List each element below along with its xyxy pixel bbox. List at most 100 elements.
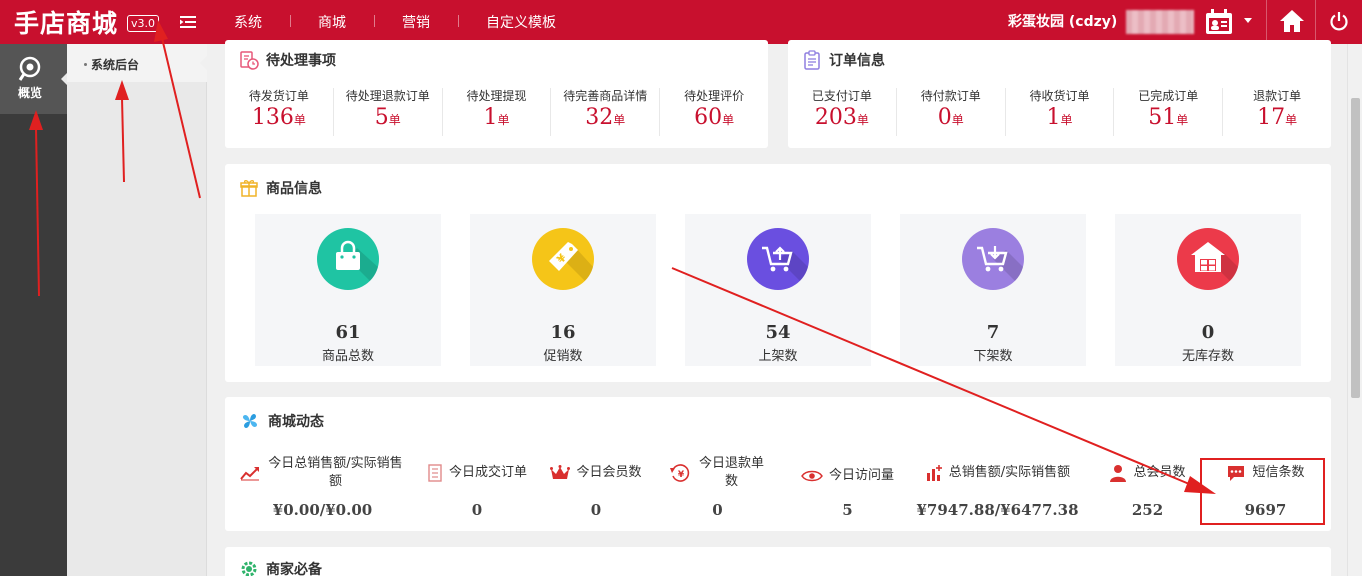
pending-tasks-card: 待处理事项 待发货订单 136单 待处理退款订单 5单 待处理提现 1单 待完善… <box>225 40 768 148</box>
gear-icon <box>241 561 257 576</box>
shop-name[interactable]: 彩蛋妆园 (cdzy) <box>1008 11 1117 31</box>
dynamics-stats: 今日总销售额/实际销售额 ¥0.00/¥0.00 今日成交订单 0 今日会员数 … <box>235 453 1325 523</box>
stat-label: 已支付订单 <box>811 89 872 103</box>
goods-tile-off-shelf[interactable]: 7 下架数 <box>900 214 1086 366</box>
stat-completed-orders[interactable]: 已完成订单 51单 <box>1113 88 1222 136</box>
menu-toggle-icon[interactable] <box>180 16 196 28</box>
bar-chart-icon <box>926 465 942 481</box>
goods-label: 促销数 <box>543 349 583 364</box>
stat-value: 51 <box>1148 105 1177 130</box>
goods-icon-circle <box>1177 228 1239 290</box>
goods-icon-circle <box>747 228 809 290</box>
stat-unit: 单 <box>293 113 306 127</box>
stat-value: 0 <box>590 501 602 519</box>
stat-unit: 单 <box>613 113 626 127</box>
stat-pending-withdrawal[interactable]: 待处理提现 1单 <box>441 88 551 136</box>
goods-tile-out-of-stock[interactable]: 0 无库存数 <box>1115 214 1301 366</box>
nav-custom-template[interactable]: 自定义模板 <box>458 12 584 32</box>
stat-unit: 单 <box>951 113 964 127</box>
blurred-username <box>1126 10 1194 34</box>
stat-label: 总会员数 <box>1133 465 1186 480</box>
goods-value: 16 <box>550 322 576 343</box>
goods-label: 商品总数 <box>321 349 374 364</box>
goods-tile-promotion[interactable]: ¥ 16 促销数 <box>470 214 656 366</box>
user-icon <box>1110 465 1127 482</box>
stat-value: 0 <box>471 501 483 519</box>
stat-unit: 单 <box>856 113 869 127</box>
stat-pending-refund[interactable]: 待处理退款订单 5单 <box>332 88 442 136</box>
cart-upload-icon <box>762 246 809 290</box>
card-title-text: 订单信息 <box>829 53 885 69</box>
stat-value: ¥7947.88/¥6477.38 <box>916 501 1079 519</box>
home-button[interactable] <box>1266 0 1316 44</box>
sidebar-item-system-backend[interactable]: 系统后台 <box>67 44 207 82</box>
stat-unit: 单 <box>722 113 735 127</box>
sidebar-item-label: 概览 <box>17 86 42 100</box>
version-badge: v3.0 <box>127 15 160 32</box>
trend-chart-icon <box>239 467 259 481</box>
stat-unit: 单 <box>497 113 510 127</box>
stat-today-members[interactable]: 今日会员数 0 <box>540 453 652 519</box>
stat-incomplete-details[interactable]: 待完善商品详情 32单 <box>550 88 659 136</box>
stat-label: 今日成交订单 <box>448 465 527 480</box>
scrollbar-thumb[interactable] <box>1351 98 1360 398</box>
top-bar: 手店商城 v3.0 系统 商城 营销 自定义模板 彩蛋妆园 (cdzy) <box>0 0 1362 44</box>
goods-icon-circle <box>317 228 379 290</box>
stat-today-orders[interactable]: 今日成交订单 0 <box>417 453 537 519</box>
bullet-icon <box>84 63 87 66</box>
mall-dynamics-card: 商城动态 今日总销售额/实际销售额 ¥0.00/¥0.00 今日成交订单 0 今… <box>225 397 1331 531</box>
stat-paid-orders[interactable]: 已支付订单 203单 <box>788 88 896 136</box>
home-icon <box>1280 10 1304 32</box>
stat-today-sales[interactable]: 今日总销售额/实际销售额 ¥0.00/¥0.00 <box>235 453 410 519</box>
stat-label: 待处理提现 <box>466 89 527 103</box>
stat-awaiting-receipt[interactable]: 待收货订单 1单 <box>1004 88 1114 136</box>
stat-value: 32 <box>585 105 614 130</box>
sidebar-item-label: 系统后台 <box>91 58 140 72</box>
stat-pending-reviews[interactable]: 待处理评价 60单 <box>659 88 768 136</box>
stat-unit: 单 <box>1285 113 1298 127</box>
brand-logo[interactable]: 手店商城 <box>14 4 118 40</box>
user-dropdown-caret-icon[interactable] <box>1244 18 1252 23</box>
calendar-profile-icon[interactable] <box>1204 8 1234 36</box>
goods-tile-on-shelf[interactable]: 54 上架数 <box>685 214 871 366</box>
goods-tile-total[interactable]: 61 商品总数 <box>255 214 441 366</box>
logout-button[interactable] <box>1316 0 1362 44</box>
stat-value: 5 <box>374 105 389 130</box>
stat-today-refunds[interactable]: ¥ 今日退款单数 0 <box>665 453 770 519</box>
order-stats: 已支付订单 203单 待付款订单 0单 待收货订单 1单 已完成订单 51单 退… <box>788 88 1331 136</box>
card-title-text: 商家必备 <box>266 562 322 576</box>
nav-marketing[interactable]: 营销 <box>374 12 458 32</box>
active-pointer <box>200 56 207 70</box>
goods-icon-circle: ¥ <box>532 228 594 290</box>
eye-icon <box>801 470 823 482</box>
stat-refund-orders[interactable]: 退款订单 17单 <box>1222 88 1331 136</box>
stat-today-visits[interactable]: 今日访问量 5 <box>790 453 905 519</box>
nav-system[interactable]: 系统 <box>216 12 290 32</box>
stat-label: 退款订单 <box>1253 89 1302 103</box>
stat-value: 203 <box>814 105 857 130</box>
stat-label: 今日总销售额/实际销售额 <box>268 456 403 489</box>
svg-text:¥: ¥ <box>677 470 684 480</box>
card-title: 待处理事项 <box>239 50 336 70</box>
sidebar-item-overview[interactable]: 概览 <box>0 44 68 114</box>
page-scrollbar[interactable] <box>1347 44 1362 576</box>
stat-label: 待处理退款订单 <box>345 89 430 103</box>
goods-value: 0 <box>1201 322 1215 343</box>
stat-value: 1 <box>483 105 498 130</box>
stat-value: 0 <box>937 105 952 130</box>
stat-label: 待收货订单 <box>1029 89 1090 103</box>
stat-pending-shipment[interactable]: 待发货订单 136单 <box>225 88 333 136</box>
magnifier-eye-icon <box>18 56 41 81</box>
clock-document-icon <box>240 51 259 70</box>
stat-unpaid-orders[interactable]: 待付款订单 0单 <box>895 88 1005 136</box>
nav-mall[interactable]: 商城 <box>290 12 374 32</box>
stat-value: 1 <box>1046 105 1061 130</box>
stat-total-members[interactable]: 总会员数 252 <box>1100 453 1195 519</box>
goods-info-card: 商品信息 61 商品总数 ¥ 16 促销数 54 上架数 7 下架数 0 无库存… <box>225 164 1331 382</box>
stat-value: 5 <box>842 501 853 519</box>
stat-value: 60 <box>694 105 723 130</box>
stat-total-sales[interactable]: 总销售额/实际销售额 ¥7947.88/¥6477.38 <box>905 453 1090 519</box>
stat-label: 已完成订单 <box>1138 89 1199 103</box>
pinwheel-icon <box>242 413 258 429</box>
goods-icon-circle <box>962 228 1024 290</box>
